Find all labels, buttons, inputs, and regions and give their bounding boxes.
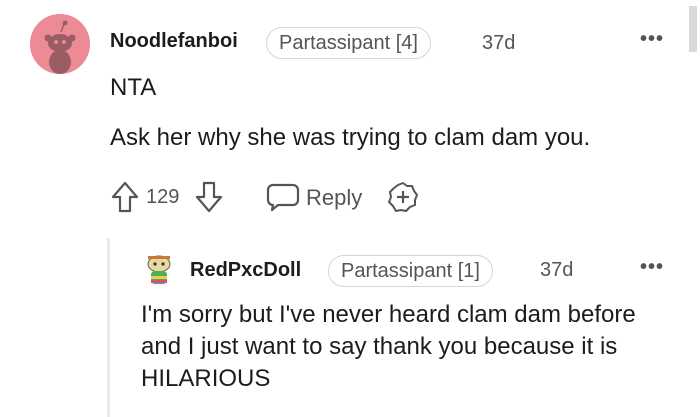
snoo-icon: [30, 14, 90, 74]
comment-author[interactable]: Noodlefanboi: [110, 30, 238, 53]
reply-flair-badge: Partassipant [1]: [328, 255, 493, 287]
thread-line[interactable]: [107, 238, 110, 417]
more-options-button[interactable]: •••: [640, 28, 664, 51]
comment-thread: Noodlefanboi Partassipant [4] 37d ••• NT…: [0, 0, 700, 417]
downvote-arrow-icon[interactable]: [194, 180, 224, 214]
comment-body-line: NTA: [110, 74, 157, 101]
vote-count: 129: [146, 186, 180, 208]
chat-bubble-icon[interactable]: [266, 182, 300, 212]
reply-user-avatar[interactable]: [144, 254, 174, 286]
custom-snoo-icon: [147, 255, 171, 284]
comment-body-line: Ask her why she was trying to clam dam y…: [110, 124, 591, 151]
comment-age: 37d: [482, 32, 516, 54]
award-plus-icon[interactable]: [387, 181, 419, 213]
user-flair-badge: Partassipant [4]: [266, 27, 431, 59]
user-avatar[interactable]: [30, 14, 90, 74]
upvote-arrow-icon[interactable]: [110, 180, 140, 214]
scrollbar[interactable]: [689, 6, 697, 52]
reply-button[interactable]: Reply: [306, 185, 362, 211]
reply-age: 37d: [540, 259, 574, 281]
reply-author[interactable]: RedPxcDoll: [190, 259, 301, 282]
reply-more-options-button[interactable]: •••: [640, 256, 664, 279]
reply-body: I'm sorry but I've never heard clam dam …: [141, 301, 636, 392]
